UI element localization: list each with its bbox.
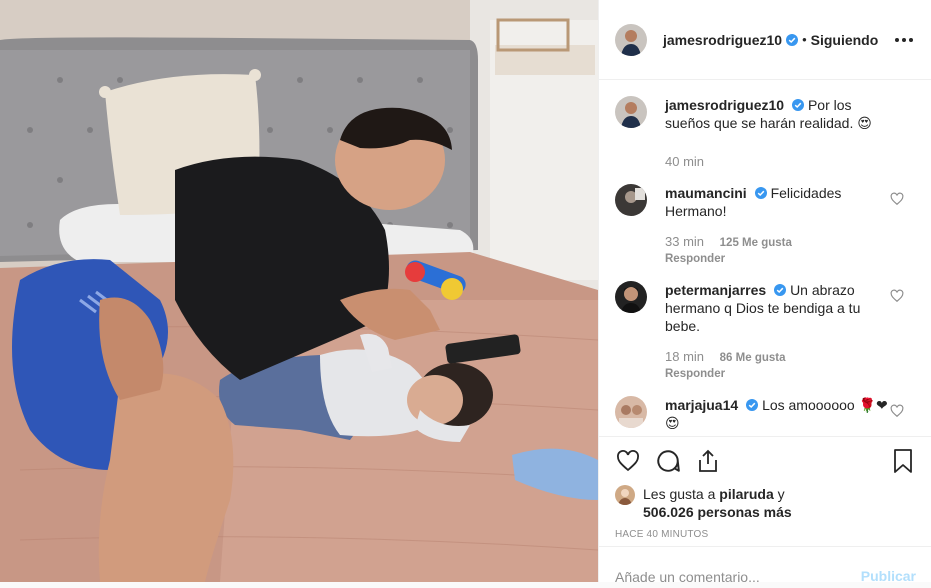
share-icon[interactable] xyxy=(695,448,721,474)
comment-likes[interactable]: 125 Me gusta xyxy=(720,237,792,249)
post-actions: Les gusta a pilaruda y 506.026 personas … xyxy=(599,436,931,546)
add-comment-bar: Publicar xyxy=(599,546,931,588)
reply-button[interactable]: Responder xyxy=(665,251,890,267)
comment-username[interactable]: marjajua14 xyxy=(665,397,738,413)
caption-time[interactable]: 40 min xyxy=(665,154,704,169)
comment-item: marjajua14 Los amoooooo 🌹❤😍 xyxy=(615,396,916,432)
comment-time[interactable]: 18 min xyxy=(665,349,704,364)
post-timestamp[interactable]: HACE 40 MINUTOS xyxy=(615,529,916,540)
commenter-avatar[interactable] xyxy=(615,281,647,313)
heart-outline-icon[interactable] xyxy=(615,448,641,474)
comment-username[interactable]: petermanjarres xyxy=(665,282,766,298)
liker-username[interactable]: pilaruda xyxy=(719,486,773,502)
comments-list[interactable]: jamesrodriguez10 Por los sueños que se h… xyxy=(599,80,931,436)
author-username[interactable]: jamesrodriguez10 xyxy=(663,32,782,48)
caption: jamesrodriguez10 Por los sueños que se h… xyxy=(615,96,916,170)
post-side-panel: jamesrodriguez10 • Siguiendo jamesrodrig… xyxy=(598,0,931,588)
likes-summary[interactable]: Les gusta a pilaruda y 506.026 personas … xyxy=(615,485,916,521)
comment-likes[interactable]: 86 Me gusta xyxy=(720,352,786,364)
bookmark-icon[interactable] xyxy=(890,448,916,474)
likes-conj: y xyxy=(777,486,785,502)
verified-badge-icon xyxy=(754,187,767,199)
author-avatar[interactable] xyxy=(615,96,647,128)
comment-item: maumancini Felicidades Hermano! 33 min 1… xyxy=(615,184,916,267)
photo-illustration xyxy=(0,0,598,582)
reply-button[interactable]: Responder xyxy=(665,366,890,382)
likes-count[interactable]: 506.026 personas más xyxy=(643,504,792,520)
likes-prefix: Les gusta a xyxy=(643,486,716,502)
verified-badge-icon xyxy=(774,284,787,296)
author-avatar[interactable] xyxy=(615,23,647,56)
comment-like-heart-icon[interactable] xyxy=(890,289,904,303)
commenter-avatar[interactable] xyxy=(615,396,647,428)
post-dialog: jamesrodriguez10 • Siguiendo jamesrodrig… xyxy=(0,0,931,588)
post-photo[interactable] xyxy=(0,0,598,582)
comment-bubble-icon[interactable] xyxy=(655,448,681,474)
liker-avatar[interactable] xyxy=(615,485,635,505)
caption-username[interactable]: jamesrodriguez10 xyxy=(665,97,784,113)
comment-username[interactable]: maumancini xyxy=(665,185,747,201)
verified-badge-icon xyxy=(786,33,799,46)
comment-time[interactable]: 33 min xyxy=(665,234,704,249)
verified-badge-icon xyxy=(792,99,805,111)
comment-like-heart-icon[interactable] xyxy=(890,404,904,418)
header-separator: • xyxy=(802,32,807,47)
post-header: jamesrodriguez10 • Siguiendo xyxy=(599,0,931,80)
comment-like-heart-icon[interactable] xyxy=(890,192,904,206)
more-options-icon[interactable] xyxy=(892,28,916,52)
verified-badge-icon xyxy=(746,399,759,411)
following-button[interactable]: Siguiendo xyxy=(811,32,879,48)
comment-item: petermanjarres Un abrazo hermano q Dios … xyxy=(615,281,916,382)
add-comment-input[interactable] xyxy=(615,566,855,588)
commenter-avatar[interactable] xyxy=(615,184,647,216)
